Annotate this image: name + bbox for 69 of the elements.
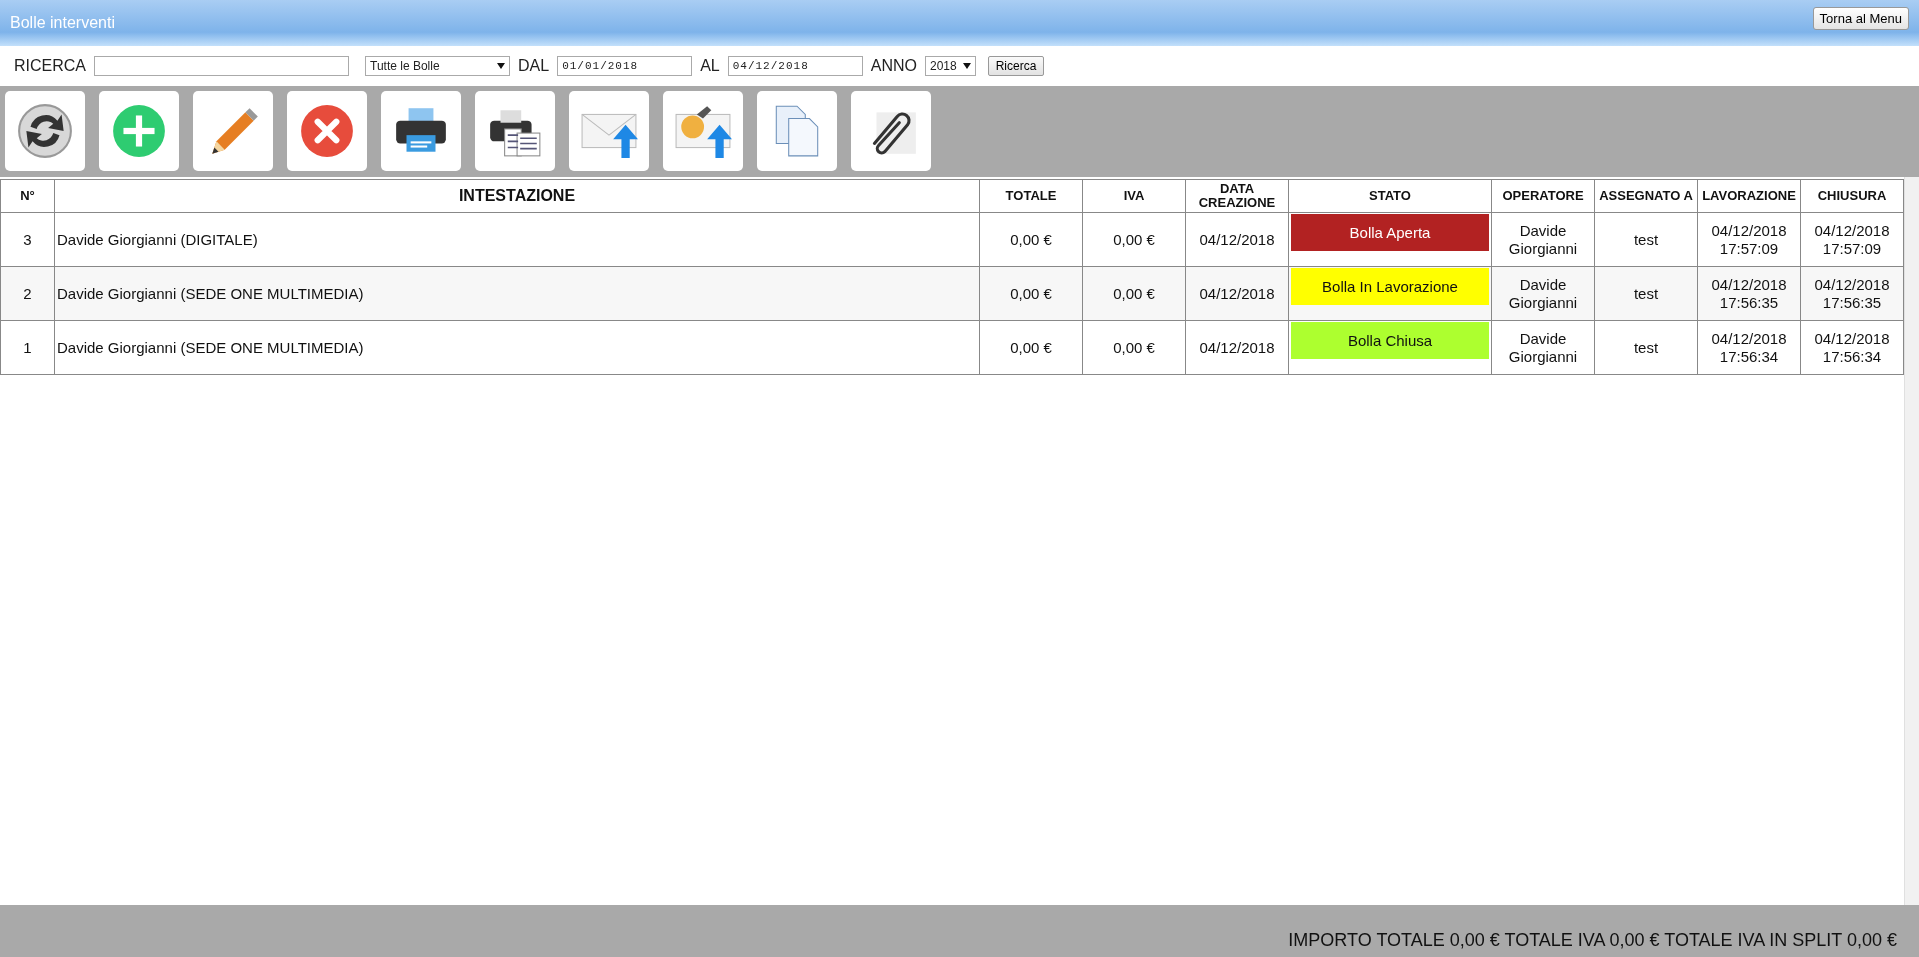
table-cell: Davide Giorgianni bbox=[1491, 320, 1595, 375]
table-cell: 04/12/2018 bbox=[1185, 266, 1289, 321]
pencil-button[interactable] bbox=[193, 91, 273, 171]
table-cell: test bbox=[1594, 212, 1698, 267]
column-header: ASSEGNATO A bbox=[1594, 179, 1698, 213]
delete-icon bbox=[298, 102, 356, 160]
table-cell: 0,00 € bbox=[979, 266, 1083, 321]
status-badge: Bolla In Lavorazione bbox=[1291, 268, 1489, 305]
copy-button[interactable] bbox=[757, 91, 837, 171]
table-cell: 04/12/2018 bbox=[1185, 212, 1289, 267]
plus-icon bbox=[110, 102, 168, 160]
table-cell: test bbox=[1594, 320, 1698, 375]
year-label: ANNO bbox=[870, 57, 917, 75]
refresh-icon bbox=[16, 102, 74, 160]
table-cell: Davide Giorgianni bbox=[1491, 266, 1595, 321]
table-cell: test bbox=[1594, 266, 1698, 321]
table-cell: 0,00 € bbox=[1082, 212, 1186, 267]
table-cell: 04/12/2018 17:57:09 bbox=[1800, 212, 1904, 267]
table-cell: 04/12/2018 17:57:09 bbox=[1697, 212, 1801, 267]
printer-button[interactable] bbox=[381, 91, 461, 171]
table-cell: 04/12/2018 17:56:35 bbox=[1697, 266, 1801, 321]
to-date-field[interactable]: 04/12/2018 bbox=[727, 56, 863, 76]
column-header: INTESTAZIONE bbox=[54, 179, 980, 213]
search-button[interactable]: Ricerca bbox=[987, 56, 1045, 76]
scrollbar[interactable] bbox=[1904, 177, 1919, 905]
envelope-wrench-upload-button[interactable] bbox=[663, 91, 743, 171]
table-cell: Davide Giorgianni (DIGITALE) bbox=[54, 212, 980, 267]
search-label: RICERCA bbox=[14, 57, 86, 75]
column-header: DATA CREAZIONE bbox=[1185, 179, 1289, 213]
column-header: STATO bbox=[1288, 179, 1492, 213]
window-title: Bolle interventi bbox=[10, 14, 115, 32]
table-cell: 0,00 € bbox=[979, 320, 1083, 375]
table-cell: Davide Giorgianni bbox=[1491, 212, 1595, 267]
caret-icon bbox=[497, 63, 505, 69]
caret-icon bbox=[962, 63, 971, 69]
column-header: IVA bbox=[1082, 179, 1186, 213]
printer-documents-button[interactable] bbox=[475, 91, 555, 171]
year-dropdown[interactable]: 2018 bbox=[924, 56, 976, 76]
search-field[interactable] bbox=[94, 56, 349, 76]
status-badge: Bolla Aperta bbox=[1291, 214, 1489, 251]
plus-button[interactable] bbox=[99, 91, 179, 171]
menu-button[interactable]: Torna al Menu bbox=[1812, 6, 1909, 30]
table-cell: 04/12/2018 17:56:35 bbox=[1800, 266, 1904, 321]
column-header: LAVORAZIONE bbox=[1697, 179, 1801, 213]
table-cell: Davide Giorgianni (SEDE ONE MULTIMEDIA) bbox=[54, 266, 980, 321]
from-label: DAL bbox=[518, 57, 550, 75]
table-cell: 2 bbox=[0, 266, 55, 321]
filter-dropdown[interactable]: Tutte le Bolle bbox=[365, 56, 510, 76]
table-cell: 0,00 € bbox=[1082, 266, 1186, 321]
column-header: TOTALE bbox=[979, 179, 1083, 213]
column-header: CHIUSURA bbox=[1800, 179, 1904, 213]
table-cell: Davide Giorgianni (SEDE ONE MULTIMEDIA) bbox=[54, 320, 980, 375]
status-badge: Bolla Chiusa bbox=[1291, 322, 1489, 359]
totals-text: IMPORTO TOTALE 0,00 € TOTALE IVA 0,00 € TOTALE IVA IN SPLIT 0,00 € bbox=[1288, 930, 1897, 951]
table-cell: 1 bbox=[0, 320, 55, 375]
column-header: N° bbox=[0, 179, 55, 213]
table-cell: 04/12/2018 17:56:34 bbox=[1697, 320, 1801, 375]
table-cell: 04/12/2018 17:56:34 bbox=[1800, 320, 1904, 375]
to-label: AL bbox=[700, 57, 720, 75]
table-cell: 0,00 € bbox=[979, 212, 1083, 267]
column-header: OPERATORE bbox=[1491, 179, 1595, 213]
table-cell: 04/12/2018 bbox=[1185, 320, 1289, 375]
table-cell: 0,00 € bbox=[1082, 320, 1186, 375]
refresh-button[interactable] bbox=[5, 91, 85, 171]
paperclip-button[interactable] bbox=[851, 91, 931, 171]
envelope-upload-button[interactable] bbox=[569, 91, 649, 171]
delete-button[interactable] bbox=[287, 91, 367, 171]
table-cell: 3 bbox=[0, 212, 55, 267]
from-date-field[interactable]: 01/01/2018 bbox=[557, 56, 693, 76]
